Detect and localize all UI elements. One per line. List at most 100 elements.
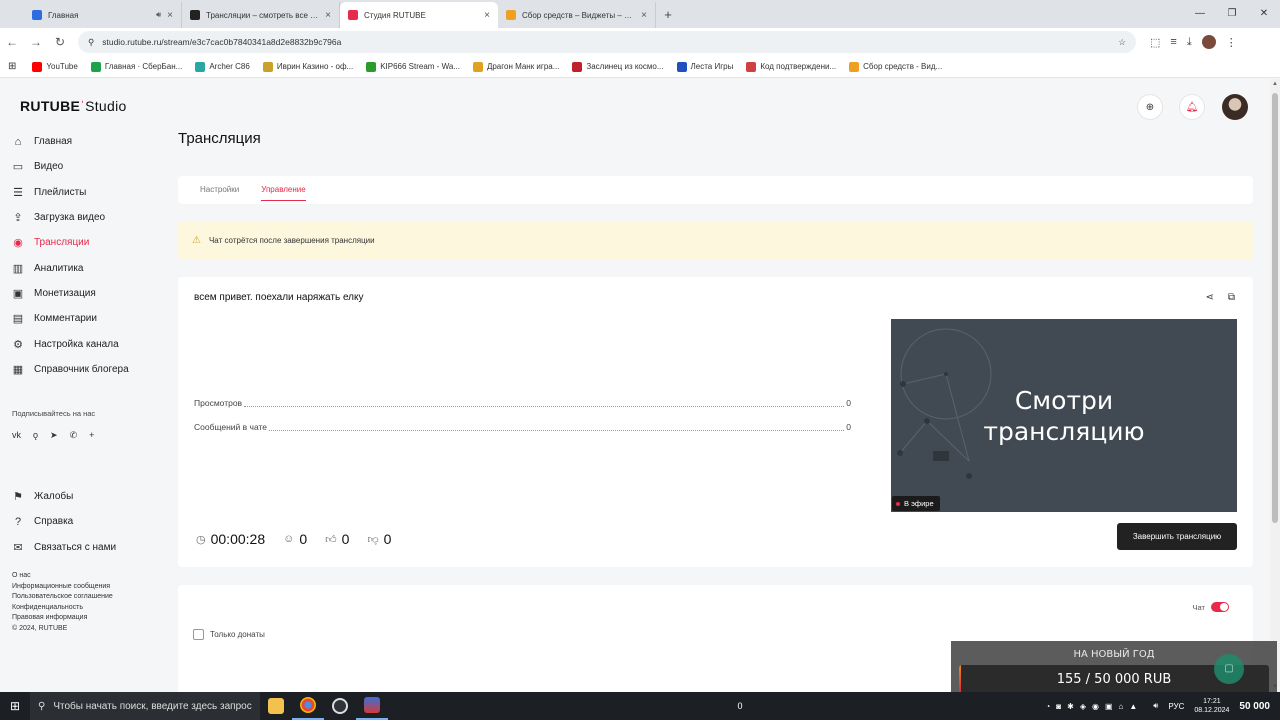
bookmark-item[interactable]: Сбор средств - Вид... bbox=[849, 61, 942, 72]
sidebar-item[interactable]: ⚙ Настройка канала bbox=[12, 331, 162, 356]
flag-icon: ⚑ bbox=[13, 491, 23, 504]
chat-toggle[interactable] bbox=[1211, 602, 1229, 612]
browser-tab[interactable]: Сбор средств – Виджеты – Пан... × bbox=[498, 2, 656, 28]
tab-close-icon[interactable]: × bbox=[325, 10, 331, 21]
scrollbar-thumb[interactable] bbox=[1272, 93, 1278, 523]
handbook-icon: ▦ bbox=[12, 363, 24, 376]
more-social-icon[interactable]: + bbox=[89, 430, 94, 441]
tab-favicon-icon bbox=[190, 10, 200, 20]
download-icon[interactable]: ⤓ bbox=[1187, 36, 1192, 49]
analytics-icon: ▥ bbox=[12, 262, 24, 275]
sidebar-item[interactable]: ▦ Справочник блогера bbox=[12, 357, 162, 382]
bookmark-item[interactable]: Иврин Казино - оф... bbox=[262, 61, 353, 72]
extensions-icon[interactable]: ⬚ bbox=[1150, 36, 1160, 49]
tab-close-icon[interactable]: × bbox=[484, 10, 490, 21]
sidebar-secondary-item[interactable]: ✉ Связаться с нами bbox=[12, 535, 162, 560]
stream-title: всем привет. поехали наряжать елку bbox=[194, 292, 364, 303]
tray-clock[interactable]: 17:21 08.12.2024 bbox=[1194, 697, 1229, 715]
tab-audio-icon[interactable]: 🔊︎ bbox=[156, 10, 161, 20]
close-window-icon[interactable]: ✕ bbox=[1248, 0, 1280, 28]
odnoklassniki-icon[interactable]: ǫ bbox=[33, 430, 38, 441]
sidebar-item[interactable]: ▤ Комментарии bbox=[12, 306, 162, 331]
sidebar-item[interactable]: ▭ Видео bbox=[12, 154, 162, 179]
footer-link[interactable]: Пользовательское соглашение bbox=[12, 592, 113, 603]
stream-tab[interactable]: Настройки bbox=[200, 176, 239, 204]
donations-only-filter[interactable]: Только донаты bbox=[193, 629, 265, 640]
tray-icons[interactable]: ◔◙✱◈◉▣⌂▲ bbox=[1045, 702, 1143, 711]
page-scrollbar[interactable]: ▲ ▼ bbox=[1270, 79, 1280, 692]
reload-icon[interactable]: ↻ bbox=[48, 35, 72, 49]
notifications-bell-icon[interactable]: 🔔︎ bbox=[1180, 95, 1204, 119]
sidebar-secondary-item[interactable]: ? Справка bbox=[12, 509, 162, 534]
footer-link[interactable]: О нас bbox=[12, 571, 113, 582]
bookmark-favicon-icon bbox=[195, 61, 206, 72]
rutube-studio-logo[interactable]: RUTUBEˈStudio bbox=[20, 98, 127, 114]
sidebar-item[interactable]: ▥ Аналитика bbox=[12, 255, 162, 280]
chat-bubble-icon[interactable]: ▢ bbox=[1214, 654, 1244, 684]
create-icon[interactable]: ⊕ bbox=[1138, 95, 1162, 119]
forward-icon[interactable]: → bbox=[24, 35, 48, 49]
browser-menu-icon[interactable]: ⋮ bbox=[1226, 36, 1237, 49]
tab-favicon-icon bbox=[506, 10, 516, 20]
end-stream-button[interactable]: Завершить трансляцию bbox=[1117, 523, 1237, 550]
telegram-icon[interactable]: ➤ bbox=[50, 430, 58, 441]
maximize-icon[interactable]: ❐ bbox=[1216, 0, 1248, 28]
url-bar[interactable]: ⚲ studio.rutube.ru/stream/e3c7cac0b78403… bbox=[78, 31, 1136, 53]
site-info-icon[interactable]: ⚲ bbox=[88, 37, 94, 48]
tab-title: Главная bbox=[48, 10, 79, 20]
bookmark-star-icon[interactable]: ☆ bbox=[1118, 37, 1126, 48]
share-icon[interactable]: ⋖ bbox=[1205, 292, 1213, 303]
browser-tab[interactable]: Главная 🔊︎ × bbox=[24, 2, 182, 28]
bookmark-item[interactable]: Заслинец из космо... bbox=[572, 61, 664, 72]
help-icon: ? bbox=[14, 515, 22, 528]
sidebar-secondary-item[interactable]: ⚑ Жалобы bbox=[12, 484, 162, 509]
reading-list-icon[interactable]: ≡ bbox=[1170, 36, 1176, 48]
open-external-icon[interactable]: ⧉ bbox=[1228, 292, 1235, 303]
tray-counter: 0 bbox=[737, 701, 743, 711]
profile-avatar[interactable] bbox=[1201, 35, 1216, 49]
bookmark-item[interactable]: Леста Игры bbox=[676, 61, 733, 72]
back-icon[interactable]: ← bbox=[0, 35, 24, 49]
bookmark-item[interactable]: Драгон Манк игра... bbox=[472, 61, 559, 72]
obs-icon[interactable] bbox=[324, 692, 356, 720]
bookmark-item[interactable]: Код подтверждени... bbox=[746, 61, 836, 72]
stream-tab[interactable]: Управление bbox=[261, 176, 307, 204]
viber-icon[interactable]: ✆ bbox=[70, 430, 78, 441]
windows-taskbar: ⊞ ⚲ Чтобы начать поиск, введите здесь за… bbox=[0, 692, 1280, 720]
browser-tab[interactable]: Студия RUTUBE × bbox=[340, 2, 498, 28]
taskbar-search[interactable]: ⚲ Чтобы начать поиск, введите здесь запр… bbox=[30, 692, 260, 720]
minimize-icon[interactable]: — bbox=[1184, 0, 1216, 28]
start-icon[interactable]: ⊞ bbox=[0, 699, 30, 713]
footer-link[interactable]: Информационные сообщения bbox=[12, 582, 113, 593]
donations-only-checkbox[interactable] bbox=[193, 629, 204, 640]
tab-close-icon[interactable]: × bbox=[641, 10, 647, 21]
app-game-icon[interactable] bbox=[356, 692, 388, 720]
clock-icon: ◷ bbox=[196, 533, 206, 546]
tab-close-icon[interactable]: × bbox=[167, 10, 173, 21]
sidebar-item[interactable]: ◉ Трансляции bbox=[12, 230, 162, 255]
new-tab-button[interactable]: + bbox=[656, 2, 680, 28]
footer-link[interactable]: Конфиденциальность bbox=[12, 603, 113, 614]
sidebar-item[interactable]: ▣ Монетизация bbox=[12, 281, 162, 306]
volume-icon[interactable]: 🔊︎ bbox=[1153, 701, 1158, 711]
browser-tab[interactable]: Трансляции – смотреть все ви... × bbox=[182, 2, 340, 28]
sidebar-item[interactable]: ⌂ Главная bbox=[12, 129, 162, 154]
sidebar-item[interactable]: ⇪ Загрузка видео bbox=[12, 205, 162, 230]
dislikes-counter: 👎︎ 0 bbox=[367, 531, 392, 547]
stream-preview[interactable]: Смотри трансляцию В эфире bbox=[891, 319, 1237, 512]
language-indicator[interactable]: РУС bbox=[1168, 702, 1184, 711]
bookmark-item[interactable]: YouTube bbox=[32, 61, 78, 72]
tab-title: Студия RUTUBE bbox=[364, 10, 426, 20]
chrome-icon[interactable] bbox=[292, 692, 324, 720]
sidebar-item[interactable]: ☰ Плейлисты bbox=[12, 180, 162, 205]
footer-link[interactable]: Правовая информация bbox=[12, 613, 113, 624]
vk-icon[interactable]: vk bbox=[12, 430, 21, 441]
file-explorer-icon[interactable] bbox=[260, 692, 292, 720]
user-avatar[interactable] bbox=[1222, 94, 1248, 120]
logo-studio-text: ˈStudio bbox=[80, 98, 127, 114]
bookmark-item[interactable]: Archer C86 bbox=[195, 61, 250, 72]
bookmark-item[interactable]: KIP666 Stream - Wa... bbox=[366, 61, 460, 72]
bookmark-item[interactable]: Главная · СберБан... bbox=[90, 61, 182, 72]
bookmark-favicon-icon bbox=[849, 61, 860, 72]
apps-grid-icon[interactable]: ⊞ bbox=[8, 61, 16, 72]
